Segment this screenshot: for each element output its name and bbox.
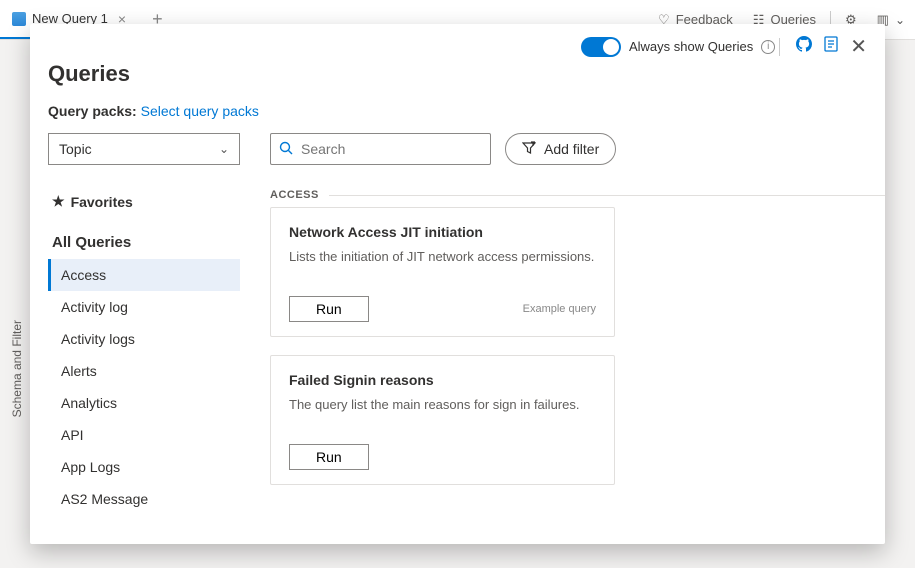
card-title: Failed Signin reasons (289, 372, 596, 388)
chevron-down-icon: ⌄ (895, 13, 905, 27)
run-button[interactable]: Run (289, 444, 369, 470)
query-packs-label: Query packs: (48, 103, 137, 119)
search-field[interactable] (301, 141, 482, 157)
query-card[interactable]: Failed Signin reasons The query list the… (270, 355, 615, 485)
category-item[interactable]: Access (48, 259, 240, 291)
schema-filter-tab[interactable]: Schema and Filter (6, 310, 28, 427)
query-icon (12, 12, 26, 26)
all-queries-heading[interactable]: All Queries (48, 222, 240, 259)
add-filter-button[interactable]: Add filter (505, 133, 616, 165)
card-title: Network Access JIT initiation (289, 224, 596, 240)
info-icon[interactable]: i (761, 40, 775, 54)
select-query-packs-link[interactable]: Select query packs (141, 103, 259, 119)
card-desc: The query list the main reasons for sign… (289, 396, 596, 414)
category-item[interactable]: AS2 Message (48, 483, 240, 515)
chevron-down-icon: ⌄ (219, 142, 229, 156)
category-item[interactable]: App Logs (48, 451, 240, 483)
card-desc: Lists the initiation of JIT network acce… (289, 248, 596, 266)
always-show-toggle[interactable] (581, 37, 621, 57)
queries-modal: Always show Queries i ✕ Queries Query pa… (30, 24, 885, 544)
star-icon: ★ (52, 193, 65, 210)
category-list: Access Activity log Activity logs Alerts… (48, 259, 240, 544)
card-tag: Example query (523, 303, 596, 315)
section-header: ACCESS (270, 189, 885, 201)
category-item[interactable]: Activity log (48, 291, 240, 323)
category-item[interactable]: Activity logs (48, 323, 240, 355)
search-icon (279, 141, 293, 158)
favorites-label[interactable]: Favorites (71, 194, 133, 210)
category-item[interactable]: Alerts (48, 355, 240, 387)
run-button[interactable]: Run (289, 296, 369, 322)
category-item[interactable]: API (48, 419, 240, 451)
category-item[interactable]: Analytics (48, 387, 240, 419)
document-icon[interactable] (824, 36, 838, 57)
topic-dropdown[interactable]: Topic ⌄ (48, 133, 240, 165)
query-card[interactable]: Network Access JIT initiation Lists the … (270, 207, 615, 337)
close-icon[interactable]: ✕ (850, 34, 867, 59)
filter-icon (522, 141, 536, 158)
modal-title: Queries (30, 59, 885, 103)
github-icon[interactable] (796, 36, 812, 57)
search-input[interactable] (270, 133, 491, 165)
toggle-label: Always show Queries (629, 39, 753, 54)
